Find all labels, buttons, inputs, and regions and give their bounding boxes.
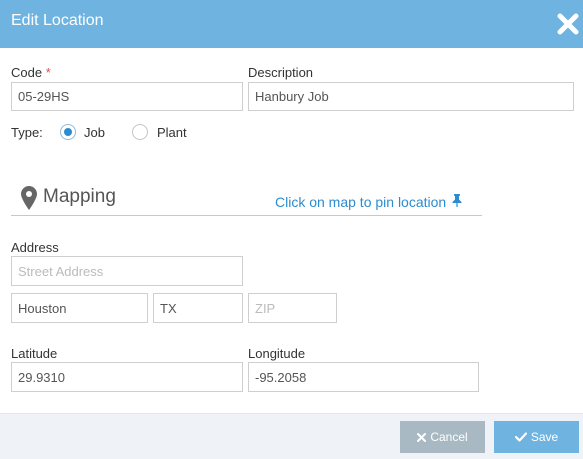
address-label: Address xyxy=(11,240,59,255)
pin-location-link-text: Click on map to pin location xyxy=(275,194,447,210)
description-label: Description xyxy=(248,65,314,80)
latitude-input[interactable]: 29.9310 xyxy=(11,362,243,392)
required-marker: * xyxy=(45,65,51,80)
dialog-title: Edit Location xyxy=(11,12,104,29)
mapping-title: Mapping xyxy=(43,186,116,207)
type-label: Type: xyxy=(11,125,43,140)
dialog-header: Edit Location xyxy=(0,0,583,48)
cancel-button[interactable]: Cancel xyxy=(400,421,485,453)
mapping-divider xyxy=(11,215,482,216)
city-input-value: Houston xyxy=(18,300,67,316)
street-address-placeholder: Street Address xyxy=(18,263,104,279)
save-button-label: Save xyxy=(530,430,559,444)
close-icon[interactable] xyxy=(557,13,579,35)
description-input-value: Hanbury Job xyxy=(255,89,329,104)
radio-plant[interactable] xyxy=(132,124,148,140)
state-input-value: TX xyxy=(160,300,177,316)
code-input[interactable]: 05-29HS xyxy=(11,82,243,111)
city-input[interactable]: Houston xyxy=(11,293,148,323)
radio-job[interactable] xyxy=(60,124,76,140)
radio-plant-label[interactable]: Plant xyxy=(157,125,187,140)
longitude-label: Longitude xyxy=(248,346,306,361)
zip-input[interactable]: ZIP xyxy=(248,293,337,323)
pin-location-link[interactable]: Click on map to pin location xyxy=(275,194,462,210)
pushpin-icon xyxy=(452,194,462,207)
radio-job-label[interactable]: Job xyxy=(84,125,105,140)
save-button[interactable]: Save xyxy=(494,421,579,453)
map-marker-icon xyxy=(21,186,37,215)
longitude-input[interactable]: -95.2058 xyxy=(248,362,479,392)
close-icon xyxy=(417,432,427,442)
description-input[interactable]: Hanbury Job xyxy=(248,82,574,111)
cancel-button-label: Cancel xyxy=(430,430,468,444)
latitude-label: Latitude xyxy=(11,346,58,361)
street-address-input[interactable]: Street Address xyxy=(11,256,243,286)
state-input[interactable]: TX xyxy=(153,293,243,323)
code-label: Code * xyxy=(11,65,51,80)
check-icon xyxy=(514,432,527,442)
dialog-footer: Cancel Save xyxy=(0,413,583,459)
code-input-value: 05-29HS xyxy=(18,89,70,104)
code-label-text: Code xyxy=(11,65,43,80)
longitude-input-value: -95.2058 xyxy=(255,369,307,385)
latitude-input-value: 29.9310 xyxy=(18,369,65,385)
zip-placeholder: ZIP xyxy=(255,300,276,316)
